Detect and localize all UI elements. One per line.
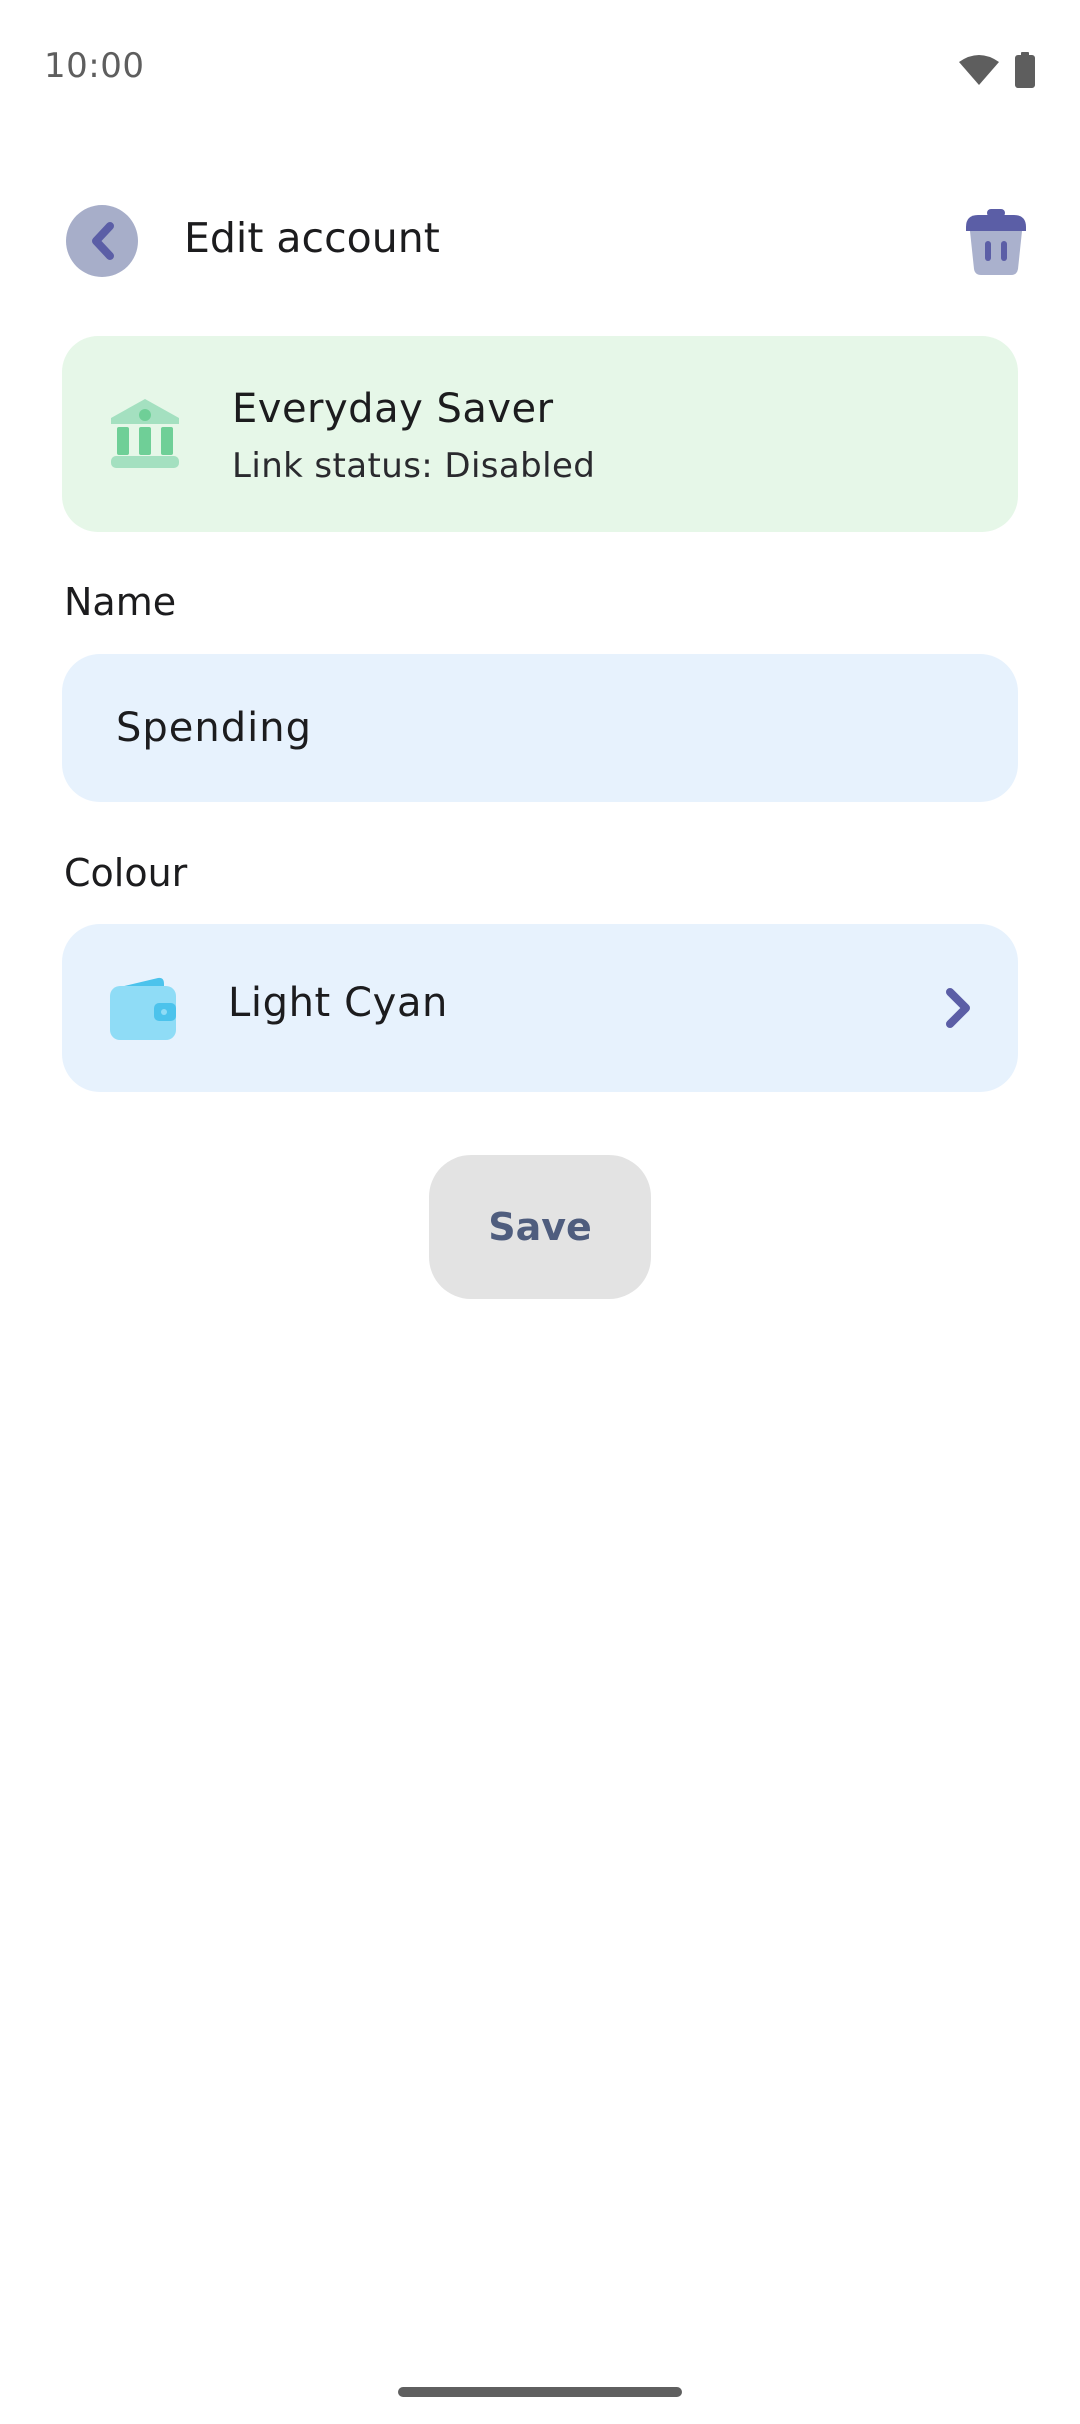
edit-account-screen: 10:00 Edit account Everyday Saver Link s… [0, 0, 1080, 2424]
page-title: Edit account [184, 214, 440, 262]
chevron-left-icon [92, 222, 114, 260]
save-button[interactable]: Save [429, 1155, 651, 1299]
link-status: Link status: Disabled [232, 446, 596, 486]
bank-icon [108, 396, 182, 474]
trash-icon [966, 209, 1026, 275]
wallet-icon [108, 976, 178, 1046]
linked-account-card: Everyday Saver Link status: Disabled [62, 336, 1018, 532]
status-time: 10:00 [44, 46, 145, 86]
colour-value: Light Cyan [228, 980, 449, 1026]
status-icons [958, 52, 1036, 88]
colour-label: Colour [64, 851, 188, 895]
account-name: Everyday Saver [232, 386, 554, 432]
delete-button[interactable] [956, 200, 1036, 284]
battery-icon [1014, 52, 1036, 88]
name-label: Name [64, 580, 177, 624]
home-indicator[interactable] [398, 2387, 682, 2397]
name-input[interactable] [62, 654, 1018, 802]
colour-selector[interactable]: Light Cyan [62, 924, 1018, 1092]
wifi-icon [958, 54, 1000, 86]
back-button[interactable] [66, 205, 138, 277]
chevron-right-icon [946, 988, 970, 1028]
